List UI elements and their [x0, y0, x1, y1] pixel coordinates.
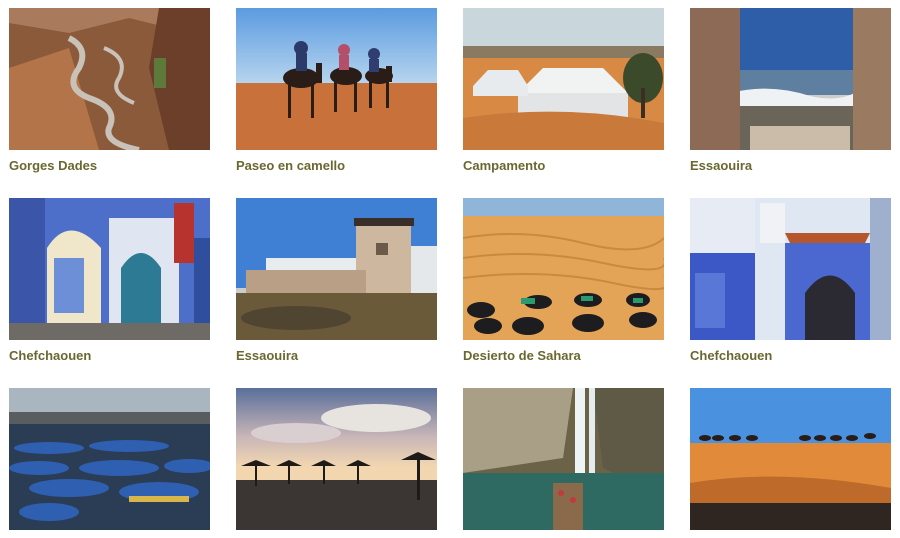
chefchaouen-alley-photo[interactable] — [9, 198, 210, 340]
gallery-card-gorges-dades[interactable]: Gorges Dades — [9, 8, 210, 173]
gallery-card-desierto-sahara[interactable]: Desierto de Sahara — [463, 198, 664, 363]
gallery-card-chefchaouen-1[interactable]: Chefchaouen — [9, 198, 210, 363]
gallery-caption[interactable]: Chefchaouen — [690, 348, 891, 363]
campamento-photo[interactable] — [463, 8, 664, 150]
gallery-card-paseo-en-camello[interactable]: Paseo en camello — [236, 8, 437, 173]
gallery-caption[interactable]: Essaouira — [690, 158, 891, 173]
gallery-caption[interactable]: Gorges Dades — [9, 158, 210, 173]
gallery-caption[interactable]: Chefchaouen — [9, 348, 210, 363]
gallery-card-essaouira-2[interactable]: Essaouira — [236, 198, 437, 363]
gallery-card-essaouira-1[interactable]: Essaouira — [690, 8, 891, 173]
gallery-card-beach-sunset[interactable] — [236, 388, 437, 530]
fishing-boats-photo[interactable] — [9, 388, 210, 530]
photo-gallery: Gorges Dades Paseo en camello Campamento… — [0, 0, 900, 538]
gallery-card-waterfall[interactable] — [463, 388, 664, 530]
gallery-card-chefchaouen-2[interactable]: Chefchaouen — [690, 198, 891, 363]
camel-caravan-photo[interactable] — [690, 388, 891, 530]
gallery-caption[interactable]: Paseo en camello — [236, 158, 437, 173]
sahara-dunes-photo[interactable] — [463, 198, 664, 340]
gallery-caption[interactable]: Essaouira — [236, 348, 437, 363]
chefchaouen-house-photo[interactable] — [690, 198, 891, 340]
essaouira-sea-photo[interactable] — [690, 8, 891, 150]
waterfall-photo[interactable] — [463, 388, 664, 530]
beach-sunset-photo[interactable] — [236, 388, 437, 530]
gallery-card-boats[interactable] — [9, 388, 210, 530]
gallery-card-camel-caravan[interactable] — [690, 388, 891, 530]
essaouira-fortress-photo[interactable] — [236, 198, 437, 340]
gallery-caption[interactable]: Campamento — [463, 158, 664, 173]
camel-ride-photo[interactable] — [236, 8, 437, 150]
gallery-card-campamento[interactable]: Campamento — [463, 8, 664, 173]
gallery-caption[interactable]: Desierto de Sahara — [463, 348, 664, 363]
gorges-dades-photo[interactable] — [9, 8, 210, 150]
